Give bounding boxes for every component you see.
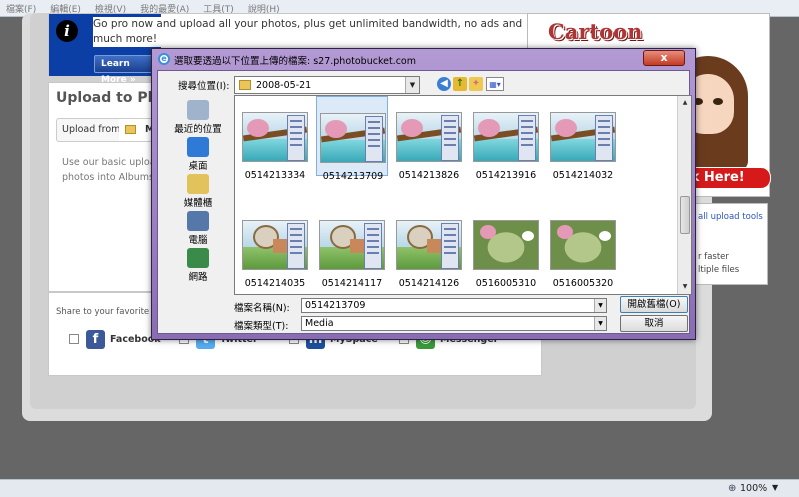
chevron-down-icon[interactable]: ▼ — [405, 77, 419, 93]
views-menu-icon[interactable]: ▦▾ — [486, 77, 504, 91]
file-name-label: 檔案名稱(N): — [234, 303, 290, 314]
place-libraries[interactable]: 媒體櫃 — [170, 174, 226, 212]
dialog-titlebar[interactable]: e 選取要透過以下位置上傳的檔案: s27.photobucket.com x — [152, 49, 695, 69]
file-name: 0514213709 — [322, 171, 384, 182]
thumbnail-image — [242, 112, 308, 162]
libraries-icon — [187, 174, 209, 194]
thumbnail-image — [473, 112, 539, 162]
scroll-up-icon[interactable]: ▲ — [678, 96, 691, 110]
zoom-icon[interactable]: ⊕ — [728, 483, 736, 494]
file-type-dropdown[interactable]: Media ▼ — [301, 316, 607, 331]
place-network[interactable]: 網路 — [170, 248, 226, 286]
file-name: 0514213826 — [398, 170, 460, 181]
back-arrow-icon[interactable]: ◀ — [437, 77, 451, 91]
place-label: 網路 — [188, 272, 208, 283]
file-thumbnail[interactable]: 0514213916 — [470, 96, 542, 181]
file-name: 0514214117 — [321, 278, 383, 289]
cancel-button[interactable]: 取消 — [620, 315, 688, 332]
file-name: 0514214126 — [398, 278, 460, 289]
file-name: 0514213334 — [244, 170, 306, 181]
file-thumbnail[interactable]: 0514213826 — [393, 96, 465, 181]
all-upload-tools-link[interactable]: all upload tools — [698, 212, 763, 222]
place-label: 媒體櫃 — [183, 198, 213, 209]
file-name-value: 0514213709 — [305, 300, 366, 311]
file-upload-dialog: e 選取要透過以下位置上傳的檔案: s27.photobucket.com x … — [151, 48, 696, 340]
place-desktop[interactable]: 桌面 — [170, 137, 226, 175]
file-type-label: 檔案類型(T): — [234, 321, 289, 332]
internet-explorer-icon: e — [158, 53, 170, 65]
look-in-value: 2008-05-21 — [256, 80, 312, 91]
thumbnail-image — [242, 220, 308, 270]
folder-icon — [239, 80, 251, 90]
thumbnail-image — [396, 112, 462, 162]
side-text-files: ltiple files — [698, 265, 740, 275]
thumbnail-image — [319, 220, 385, 270]
dialog-body: 搜尋位置(I): 2008-05-21 ▼ ◀ ↑ ✦ ▦▾ 最近的位置桌面媒體… — [157, 70, 692, 334]
file-thumbnail[interactable]: 0516005320 — [547, 204, 619, 289]
vertical-scrollbar[interactable]: ▲ ▼ — [677, 96, 691, 294]
thumbnail-image — [396, 220, 462, 270]
info-icon: i — [56, 20, 78, 42]
browser-status-bar: ⊕ 100% ▼ — [0, 479, 799, 497]
zoom-level[interactable]: 100% — [740, 483, 767, 494]
thumbnail-image — [473, 220, 539, 270]
thumbnail-image — [550, 112, 616, 162]
place-recent-places[interactable]: 最近的位置 — [170, 100, 226, 138]
place-label: 桌面 — [188, 161, 208, 172]
promo-text: Go pro now and upload all your photos, p… — [93, 17, 533, 47]
file-name: 0516005320 — [552, 278, 614, 289]
dialog-frame: e 選取要透過以下位置上傳的檔案: s27.photobucket.com x … — [152, 49, 695, 339]
ad-character-eye — [713, 98, 723, 105]
desktop-icon — [187, 137, 209, 157]
file-thumbnail[interactable]: 0514214032 — [547, 96, 619, 181]
places-bar: 最近的位置桌面媒體櫃電腦網路 — [170, 100, 226, 290]
folder-icon — [125, 125, 136, 134]
upload-from-label: Upload from: — [62, 124, 124, 135]
ad-headline: Cartoon — [548, 19, 643, 44]
file-name: 0514213916 — [475, 170, 537, 181]
scroll-thumb[interactable] — [680, 196, 690, 234]
new-folder-icon[interactable]: ✦ — [469, 77, 483, 91]
file-thumbnail[interactable]: 0514213334 — [239, 96, 311, 181]
look-in-label: 搜尋位置(I): — [178, 81, 230, 92]
place-label: 電腦 — [188, 235, 208, 246]
thumbnail-image — [550, 220, 616, 270]
look-in-dropdown[interactable]: 2008-05-21 ▼ — [234, 76, 420, 94]
recent-places-icon — [187, 100, 209, 120]
share-checkbox[interactable] — [69, 334, 79, 344]
chevron-down-icon[interactable]: ▼ — [594, 299, 606, 312]
dialog-title: 選取要透過以下位置上傳的檔案: s27.photobucket.com — [174, 56, 416, 67]
file-name: 0516005310 — [475, 278, 537, 289]
computer-icon — [187, 211, 209, 231]
place-label: 最近的位置 — [174, 124, 222, 135]
open-button[interactable]: 開啟舊檔(O) — [620, 296, 688, 313]
facebook-icon: f — [86, 330, 105, 349]
file-list[interactable]: 0514213334 0514213709 0514213826 0514213916… — [234, 95, 692, 295]
file-thumbnail[interactable]: 0514214035 — [239, 204, 311, 289]
network-icon — [187, 248, 209, 268]
up-folder-icon[interactable]: ↑ — [453, 77, 467, 91]
file-thumbnail[interactable]: 0514214117 — [316, 204, 388, 289]
file-name: 0514214032 — [552, 170, 614, 181]
file-name: 0514214035 — [244, 278, 306, 289]
zoom-dropdown-icon[interactable]: ▼ — [772, 483, 778, 492]
close-button[interactable]: x — [643, 50, 685, 66]
side-text-faster: r faster — [698, 252, 729, 262]
file-thumbnail[interactable]: 0514213709 — [316, 96, 388, 182]
file-name-input[interactable]: 0514213709 ▼ — [301, 298, 607, 313]
file-type-value: Media — [305, 318, 334, 329]
chevron-down-icon[interactable]: ▼ — [594, 317, 606, 330]
thumbnail-image — [320, 113, 386, 163]
file-thumbnail[interactable]: 0516005310 — [470, 204, 542, 289]
scroll-down-icon[interactable]: ▼ — [678, 280, 691, 294]
place-computer[interactable]: 電腦 — [170, 211, 226, 249]
file-thumbnail[interactable]: 0514214126 — [393, 204, 465, 289]
